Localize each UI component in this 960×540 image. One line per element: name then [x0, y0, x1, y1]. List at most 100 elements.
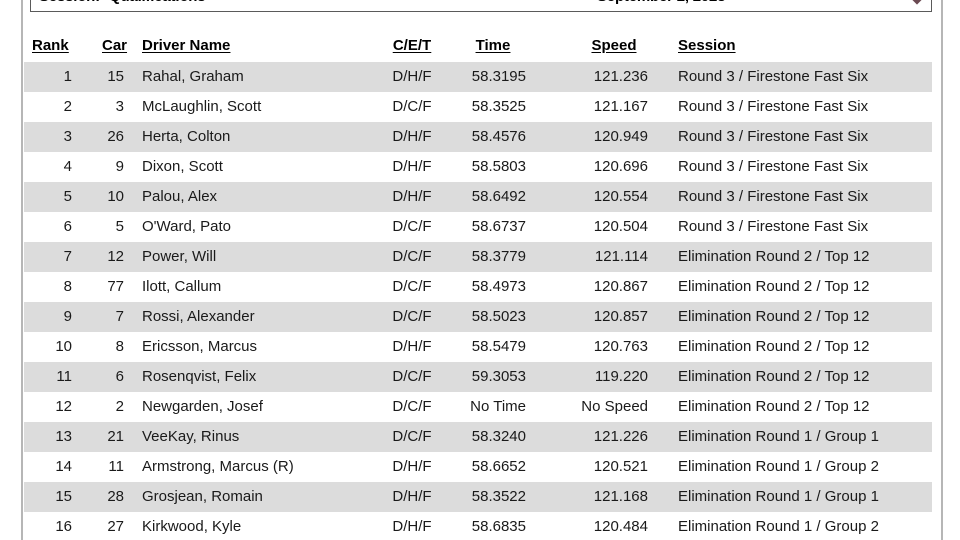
cell-rank: 8 — [63, 278, 72, 295]
cell-car: 12 — [107, 248, 124, 265]
cell-car: 8 — [115, 338, 124, 355]
cell-rank: 1 — [63, 68, 72, 85]
cell-driver: Kirkwood, Kyle — [142, 518, 242, 535]
cell-speed: 120.763 — [593, 338, 648, 355]
cell-driver: Herta, Colton — [142, 128, 231, 145]
cell-cet: D/H/F — [392, 338, 432, 355]
cell-driver: Rosenqvist, Felix — [142, 368, 257, 385]
cell-session: Elimination Round 2 / Top 12 — [678, 338, 870, 355]
cell-cet: D/H/F — [392, 458, 432, 475]
cell-rank: 7 — [63, 248, 72, 265]
qualifications-results-page: Session: Qualifications September 2, 202… — [0, 0, 960, 540]
cell-time: 58.4973 — [471, 278, 526, 295]
cell-time: 58.5803 — [471, 158, 526, 175]
table-row[interactable]: 16 27 Kirkwood, Kyle D/H/F 58.6835 120.484 Eli… — [24, 512, 932, 540]
column-header-session: Session — [678, 37, 736, 54]
cell-session: Elimination Round 1 / Group 1 — [678, 488, 879, 505]
cell-time: 58.5023 — [471, 308, 526, 325]
cell-time: No Time — [470, 398, 526, 415]
cell-driver: Rossi, Alexander — [142, 308, 255, 325]
cell-cet: D/C/F — [392, 98, 432, 115]
cell-time: 58.3195 — [471, 68, 526, 85]
column-header-rank: Rank — [32, 37, 69, 54]
cell-driver: Power, Will — [142, 248, 217, 265]
cell-rank: 2 — [63, 98, 72, 115]
table-row[interactable]: 3 26 Herta, Colton D/H/F 58.4576 120.949 Round… — [24, 122, 932, 152]
cell-session: Elimination Round 2 / Top 12 — [678, 248, 870, 265]
table-row[interactable]: 11 6 Rosenqvist, Felix D/C/F 59.3053 119.220 E… — [24, 362, 932, 392]
cell-cet: D/H/F — [392, 188, 432, 205]
cell-rank: 13 — [55, 428, 72, 445]
cell-speed: 121.168 — [593, 488, 648, 505]
cell-driver: Ericsson, Marcus — [142, 338, 258, 355]
cell-time: 58.6492 — [471, 188, 526, 205]
table-row[interactable]: 5 10 Palou, Alex D/H/F 58.6492 120.554 Round 3… — [24, 182, 932, 212]
table-row[interactable]: 2 3 McLaughlin, Scott D/C/F 58.3525 121.167 Ro… — [24, 92, 932, 122]
cell-driver: Armstrong, Marcus (R) — [142, 458, 294, 475]
cell-rank: 11 — [56, 368, 72, 385]
cell-cet: D/C/F — [392, 428, 432, 445]
cell-session: Elimination Round 2 / Top 12 — [678, 278, 870, 295]
cell-driver: Newgarden, Josef — [142, 398, 263, 415]
cell-speed: 120.857 — [593, 308, 648, 325]
session-value: Qualifications — [109, 0, 206, 5]
table-row[interactable]: 10 8 Ericsson, Marcus D/H/F 58.5479 120.763 El… — [24, 332, 932, 362]
cell-time: 58.6652 — [471, 458, 526, 475]
cell-speed: 119.220 — [594, 368, 648, 385]
cell-speed: 120.504 — [593, 218, 648, 235]
cell-time: 59.3053 — [471, 368, 526, 385]
column-header-car: Car — [102, 37, 128, 54]
table-row[interactable]: 9 7 Rossi, Alexander D/C/F 58.5023 120.857 Eli… — [24, 302, 932, 332]
table-row[interactable]: 7 12 Power, Will D/C/F 58.3779 121.114 Elimina… — [24, 242, 932, 272]
table-row[interactable]: 12 2 Newgarden, Josef D/C/F No Time No Speed E… — [24, 392, 932, 422]
table-row[interactable]: 15 28 Grosjean, Romain D/H/F 58.3522 121.168 E… — [24, 482, 932, 512]
table-header-row: Rank Car Driver Name C/E/T Time Speed Se… — [24, 30, 932, 62]
chevron-down-icon[interactable]: ◆ — [910, 0, 924, 6]
table-row[interactable]: 4 9 Dixon, Scott D/H/F 58.5803 120.696 Round 3… — [24, 152, 932, 182]
panel-right-border — [941, 0, 943, 540]
cell-rank: 9 — [63, 308, 72, 325]
cell-rank: 14 — [55, 458, 72, 475]
cell-speed: 120.949 — [593, 128, 648, 145]
cell-car: 28 — [107, 488, 124, 505]
cell-time: 58.6835 — [471, 518, 526, 535]
cell-rank: 15 — [55, 488, 72, 505]
cell-car: 26 — [107, 128, 124, 145]
session-label: Session: — [39, 0, 100, 5]
cell-driver: Dixon, Scott — [142, 158, 223, 175]
cell-session: Round 3 / Firestone Fast Six — [678, 158, 869, 175]
table-row[interactable]: 1 15 Rahal, Graham D/H/F 58.3195 121.236 Round… — [24, 62, 932, 92]
cell-cet: D/C/F — [392, 278, 432, 295]
cell-speed: 121.236 — [593, 68, 648, 85]
cell-rank: 3 — [63, 128, 72, 145]
cell-rank: 5 — [63, 188, 72, 205]
cell-session: Round 3 / Firestone Fast Six — [678, 188, 869, 205]
cell-driver: VeeKay, Rinus — [142, 428, 240, 445]
cell-car: 11 — [108, 458, 124, 475]
results-table: Rank Car Driver Name C/E/T Time Speed Se… — [24, 30, 940, 540]
cell-car: 9 — [115, 158, 124, 175]
cell-rank: 16 — [55, 518, 72, 535]
table-row[interactable]: 6 5 O'Ward, Pato D/C/F 58.6737 120.504 Round 3… — [24, 212, 932, 242]
cell-speed: 120.521 — [593, 458, 648, 475]
cell-car: 27 — [107, 518, 124, 535]
cell-car: 2 — [115, 398, 124, 415]
cell-session: Elimination Round 1 / Group 2 — [678, 458, 879, 475]
table-row[interactable]: 13 21 VeeKay, Rinus D/C/F 58.3240 121.226 Elim… — [24, 422, 932, 452]
cell-driver: O'Ward, Pato — [142, 218, 232, 235]
cell-cet: D/C/F — [392, 308, 432, 325]
cell-cet: D/C/F — [392, 218, 432, 235]
table-row[interactable]: 8 77 Ilott, Callum D/C/F 58.4973 120.867 Elimi… — [24, 272, 932, 302]
cell-session: Elimination Round 2 / Top 12 — [678, 308, 870, 325]
cell-session: Round 3 / Firestone Fast Six — [678, 68, 869, 85]
table-row[interactable]: 14 11 Armstrong, Marcus (R) D/H/F 58.6652 120… — [24, 452, 932, 482]
cell-speed: 121.114 — [594, 248, 648, 265]
cell-time: 58.6737 — [471, 218, 526, 235]
session-header-bar[interactable]: Session: Qualifications September 2, 202… — [30, 0, 932, 12]
cell-car: 7 — [115, 308, 124, 325]
cell-speed: 120.696 — [593, 158, 648, 175]
cell-cet: D/C/F — [392, 398, 432, 415]
cell-cet: D/H/F — [392, 518, 432, 535]
cell-cet: D/C/F — [392, 248, 432, 265]
cell-session: Elimination Round 2 / Top 12 — [678, 398, 870, 415]
